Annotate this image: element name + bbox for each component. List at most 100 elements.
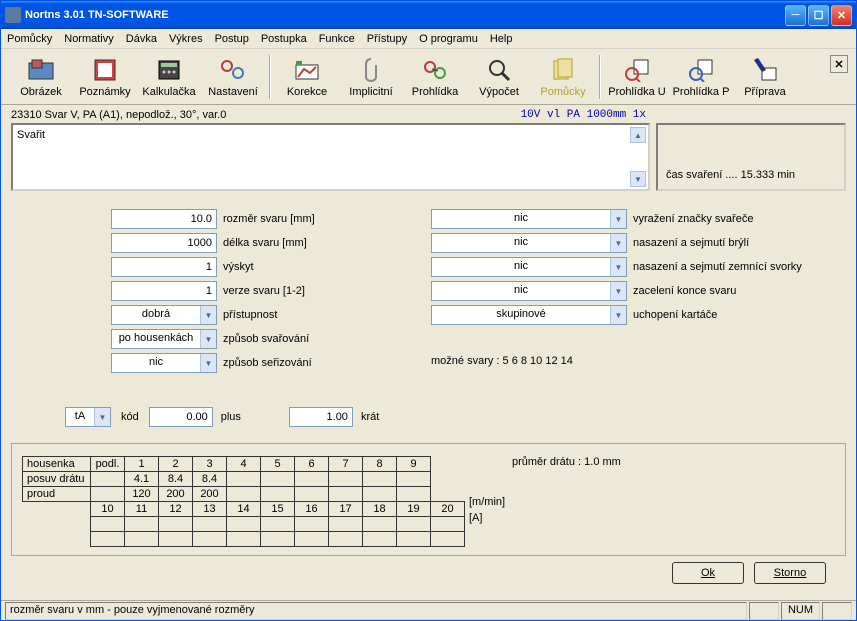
notes-icon bbox=[91, 56, 119, 84]
ok-button[interactable]: Ok bbox=[672, 562, 744, 584]
storno-button[interactable]: Storno bbox=[754, 562, 826, 584]
chevron-down-icon[interactable]: ▼ bbox=[610, 210, 626, 228]
scroll-down-icon[interactable]: ▼ bbox=[630, 171, 646, 187]
tool-kalkulacka[interactable]: Kalkulačka bbox=[137, 56, 201, 98]
zpusob-sv-select[interactable]: po housenkách▼ bbox=[111, 329, 217, 349]
clip-icon bbox=[357, 56, 385, 84]
data-table-panel: housenkapodl.123456789 posuv drátu4.18.4… bbox=[11, 443, 846, 556]
toolbar-close-icon[interactable]: ✕ bbox=[830, 55, 848, 73]
konce-label: zacelení konce svaru bbox=[633, 285, 736, 297]
main-textarea[interactable]: Svařit ▲ ▼ bbox=[11, 123, 650, 191]
menu-oprogramu[interactable]: O programu bbox=[419, 33, 478, 45]
verze-input[interactable] bbox=[111, 281, 217, 301]
plus-label: plus bbox=[221, 411, 241, 423]
status-cell bbox=[822, 602, 852, 620]
possible-welds: možné svary : 5 6 8 10 12 14 bbox=[431, 355, 846, 367]
status-cell bbox=[749, 602, 779, 620]
calculator-icon bbox=[155, 56, 183, 84]
plus-input[interactable] bbox=[149, 407, 213, 427]
titlebar: Nortns 3.01 TN-SOFTWARE ─ ☐ ✕ bbox=[1, 1, 856, 29]
data-table-top: housenkapodl.123456789 posuv drátu4.18.4… bbox=[22, 456, 431, 502]
delka-label: délka svaru [mm] bbox=[223, 237, 307, 249]
vyskyt-label: výskyt bbox=[223, 261, 254, 273]
chevron-down-icon[interactable]: ▼ bbox=[610, 282, 626, 300]
toolbar-separator bbox=[269, 55, 271, 99]
diameter-label: průměr drátu : 1.0 mm bbox=[512, 456, 621, 468]
chevron-down-icon[interactable]: ▼ bbox=[610, 258, 626, 276]
header-left: 23310 Svar V, PA (A1), nepodlož., 30°, v… bbox=[11, 109, 521, 121]
tool-prohlidka-p[interactable]: Prohlídka P bbox=[669, 56, 733, 98]
menu-pristupy[interactable]: Přístupy bbox=[367, 33, 407, 45]
chevron-down-icon[interactable]: ▼ bbox=[610, 306, 626, 324]
window-title: Nortns 3.01 TN-SOFTWARE bbox=[25, 9, 785, 21]
maximize-button[interactable]: ☐ bbox=[808, 5, 829, 26]
chevron-down-icon[interactable]: ▼ bbox=[200, 354, 216, 372]
tool-priprava[interactable]: Příprava bbox=[733, 56, 797, 98]
chevron-down-icon[interactable]: ▼ bbox=[610, 234, 626, 252]
delka-input[interactable] bbox=[111, 233, 217, 253]
verze-label: verze svaru [1-2] bbox=[223, 285, 305, 297]
rozmer-input[interactable] bbox=[111, 209, 217, 229]
tool-korekce[interactable]: Korekce bbox=[275, 56, 339, 98]
magnify-icon bbox=[485, 56, 513, 84]
settings-icon bbox=[219, 56, 247, 84]
zpusob-sv-label: způsob svařování bbox=[223, 333, 309, 345]
menu-pomucky[interactable]: Pomůcky bbox=[7, 33, 52, 45]
vyskyt-input[interactable] bbox=[111, 257, 217, 277]
krat-input[interactable] bbox=[289, 407, 353, 427]
menu-funkce[interactable]: Funkce bbox=[319, 33, 355, 45]
scroll-up-icon[interactable]: ▲ bbox=[630, 127, 646, 143]
kod-select[interactable]: tA▼ bbox=[65, 407, 111, 427]
tool-vypocet[interactable]: Výpočet bbox=[467, 56, 531, 98]
picture-icon bbox=[27, 56, 55, 84]
menu-vykres[interactable]: Výkres bbox=[169, 33, 203, 45]
app-icon bbox=[5, 7, 21, 23]
svorky-label: nasazení a sejmutí zemnící svorky bbox=[633, 261, 802, 273]
units-column: [m/min] [A] bbox=[465, 456, 505, 547]
menu-postupka[interactable]: Postupka bbox=[261, 33, 307, 45]
view-u-icon bbox=[623, 56, 651, 84]
kod-label: kód bbox=[121, 411, 139, 423]
toolbar-separator bbox=[599, 55, 601, 99]
menu-davka[interactable]: Dávka bbox=[126, 33, 157, 45]
weld-time-label: čas svaření .... 15.333 min bbox=[666, 169, 795, 181]
rozmer-label: rozměr svaru [mm] bbox=[223, 213, 315, 225]
zpusob-ser-label: způsob seřizování bbox=[223, 357, 312, 369]
konce-select[interactable]: nic▼ bbox=[431, 281, 627, 301]
tool-pomucky[interactable]: Pomůcky bbox=[531, 56, 595, 98]
toolbar: Obrázek Poznámky Kalkulačka Nastavení Ko… bbox=[1, 49, 856, 105]
znacky-select[interactable]: nic▼ bbox=[431, 209, 627, 229]
svorky-select[interactable]: nic▼ bbox=[431, 257, 627, 277]
correction-icon bbox=[293, 56, 321, 84]
tool-poznamky[interactable]: Poznámky bbox=[73, 56, 137, 98]
chevron-down-icon[interactable]: ▼ bbox=[200, 330, 216, 348]
pen-icon bbox=[751, 56, 779, 84]
status-text: rozměr svaru v mm - pouze vyjmenované ro… bbox=[5, 602, 747, 620]
tool-implicitni[interactable]: Implicitní bbox=[339, 56, 403, 98]
data-table-bottom: 1011121314151617181920 bbox=[90, 501, 465, 547]
kartace-select[interactable]: skupinové▼ bbox=[431, 305, 627, 325]
docs-icon bbox=[549, 56, 577, 84]
chevron-down-icon[interactable]: ▼ bbox=[94, 408, 110, 426]
menu-normativy[interactable]: Normativy bbox=[64, 33, 114, 45]
tool-prohlidka[interactable]: Prohlídka bbox=[403, 56, 467, 98]
statusbar: rozměr svaru v mm - pouze vyjmenované ro… bbox=[1, 600, 856, 620]
pristupnost-select[interactable]: dobrá▼ bbox=[111, 305, 217, 325]
minimize-button[interactable]: ─ bbox=[785, 5, 806, 26]
tool-obrazek[interactable]: Obrázek bbox=[9, 56, 73, 98]
tool-nastaveni[interactable]: Nastavení bbox=[201, 56, 265, 98]
time-panel: čas svaření .... 15.333 min bbox=[656, 123, 846, 191]
chevron-down-icon[interactable]: ▼ bbox=[200, 306, 216, 324]
status-num: NUM bbox=[781, 602, 820, 620]
close-button[interactable]: ✕ bbox=[831, 5, 852, 26]
weld-icon bbox=[421, 56, 449, 84]
menu-postup[interactable]: Postup bbox=[215, 33, 249, 45]
bryli-select[interactable]: nic▼ bbox=[431, 233, 627, 253]
menu-help[interactable]: Help bbox=[490, 33, 513, 45]
zpusob-ser-select[interactable]: nic▼ bbox=[111, 353, 217, 373]
header-right: 10V vl PA 1000mm 1x bbox=[521, 109, 846, 121]
view-p-icon bbox=[687, 56, 715, 84]
menubar: Pomůcky Normativy Dávka Výkres Postup Po… bbox=[1, 29, 856, 49]
kartace-label: uchopení kartáče bbox=[633, 309, 717, 321]
tool-prohlidka-u[interactable]: Prohlídka U bbox=[605, 56, 669, 98]
